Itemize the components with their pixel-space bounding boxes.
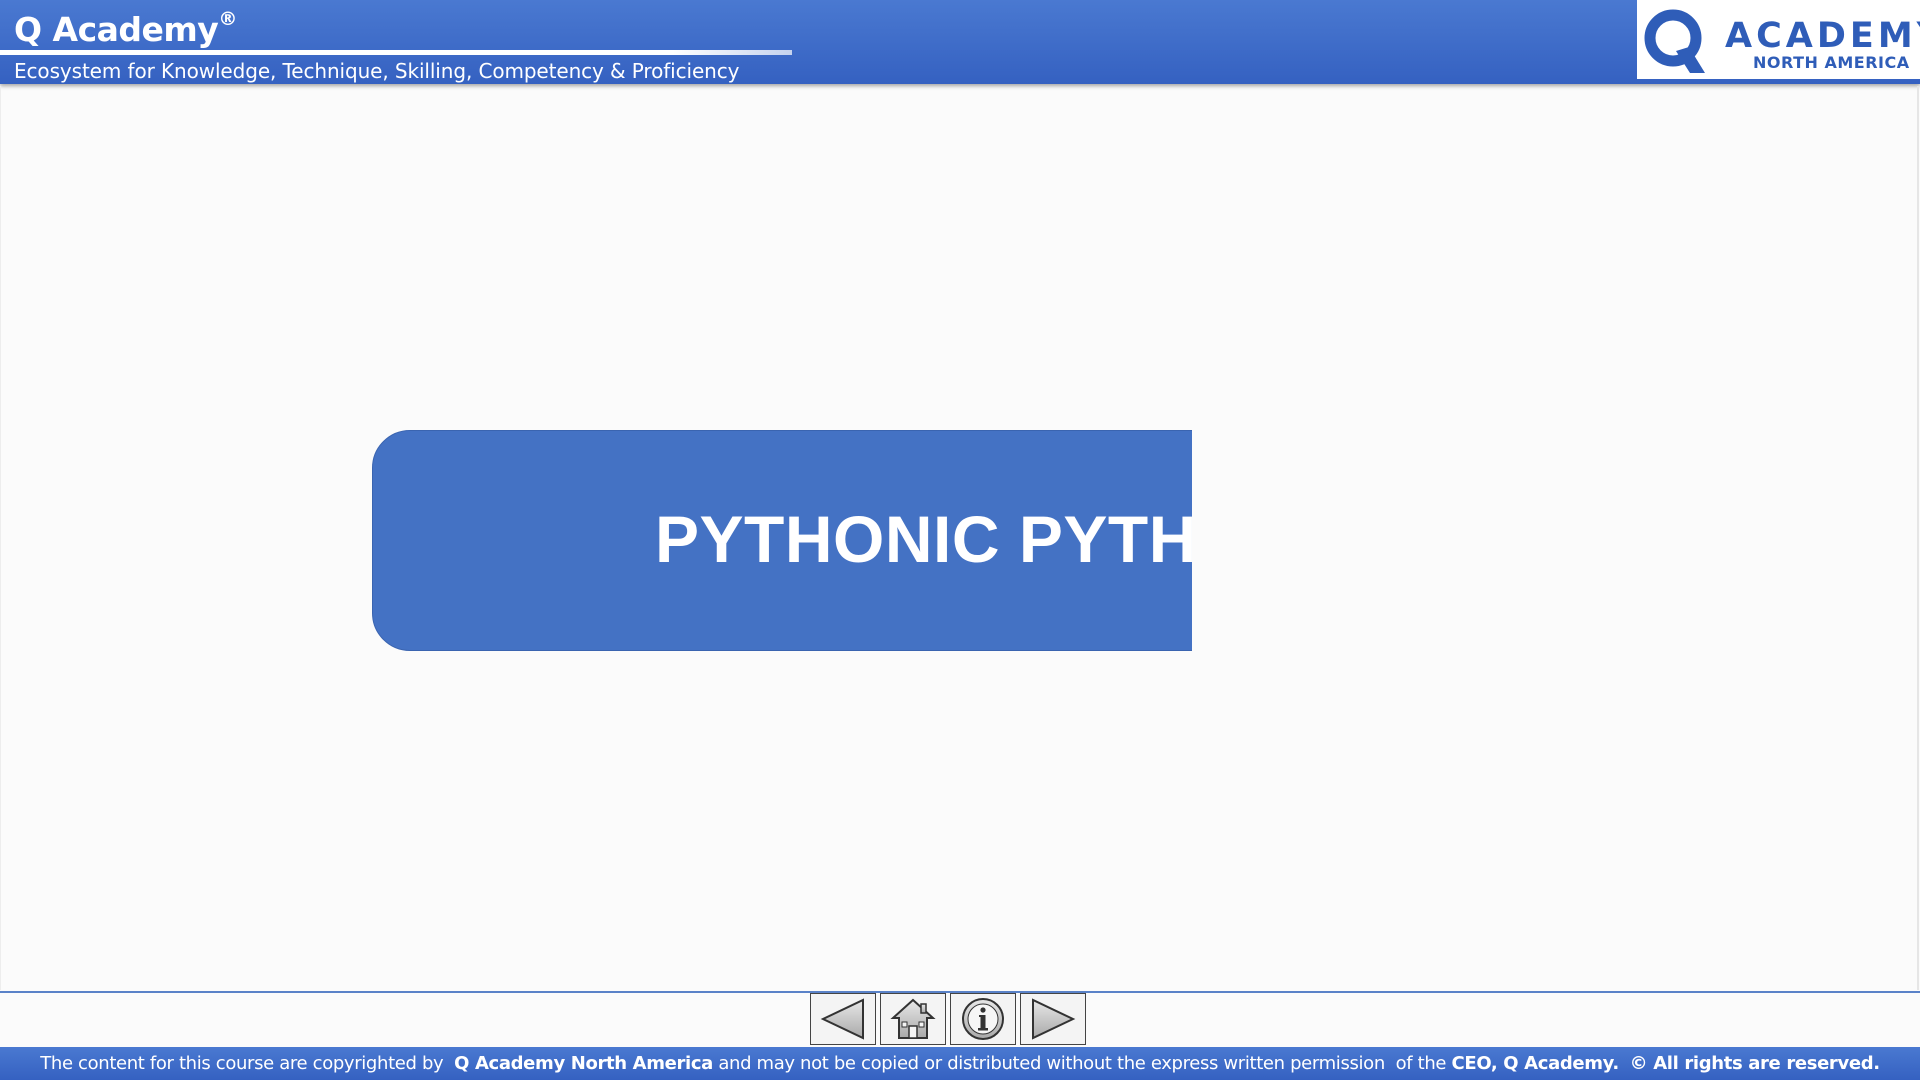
title-card: PYTHONIC PYTHON: [372, 430, 1192, 651]
info-button[interactable]: [950, 993, 1016, 1045]
previous-button[interactable]: [810, 993, 876, 1045]
registered-mark: ®: [218, 8, 237, 30]
triangle-right-icon: [1032, 998, 1076, 1040]
next-button[interactable]: [1020, 993, 1086, 1045]
info-icon: [962, 998, 1004, 1040]
slide-page: Q Academy® Ecosystem for Knowledge, Tech…: [0, 0, 1920, 1080]
slide-title: PYTHONIC PYTHON: [655, 502, 1192, 576]
navigation-bar: [810, 993, 1086, 1045]
footer-text-2: and may not be copied or distributed wit…: [718, 1053, 1385, 1074]
home-button[interactable]: [880, 993, 946, 1045]
logo-subtitle: NORTH AMERICA: [1753, 53, 1910, 72]
footer-ceo: CEO, Q Academy.: [1451, 1053, 1620, 1074]
title-card-container: PYTHONIC PYTHON: [372, 430, 1192, 651]
header-rule: [0, 50, 792, 55]
triangle-left-icon: [820, 998, 864, 1040]
footer-rights: © All rights are reserved.: [1629, 1053, 1880, 1074]
footer-org: Q Academy North America: [454, 1053, 713, 1074]
brand-tagline: Ecosystem for Knowledge, Technique, Skil…: [14, 59, 740, 83]
footer-text-3: of the: [1395, 1053, 1447, 1074]
brand-title: Q Academy®: [14, 8, 237, 49]
logo-wordmark: ACADEMY: [1725, 16, 1920, 56]
header-bar: Q Academy® Ecosystem for Knowledge, Tech…: [0, 0, 1920, 84]
house-icon: [890, 998, 936, 1039]
q-logo-icon: [1644, 9, 1705, 73]
copyright-footer: The content for this course are copyrigh…: [0, 1047, 1920, 1080]
brand-name: Q Academy: [14, 10, 219, 49]
footer-text-1: The content for this course are copyrigh…: [40, 1053, 444, 1074]
academy-logo: ACADEMY NORTH AMERICA: [1637, 0, 1920, 79]
